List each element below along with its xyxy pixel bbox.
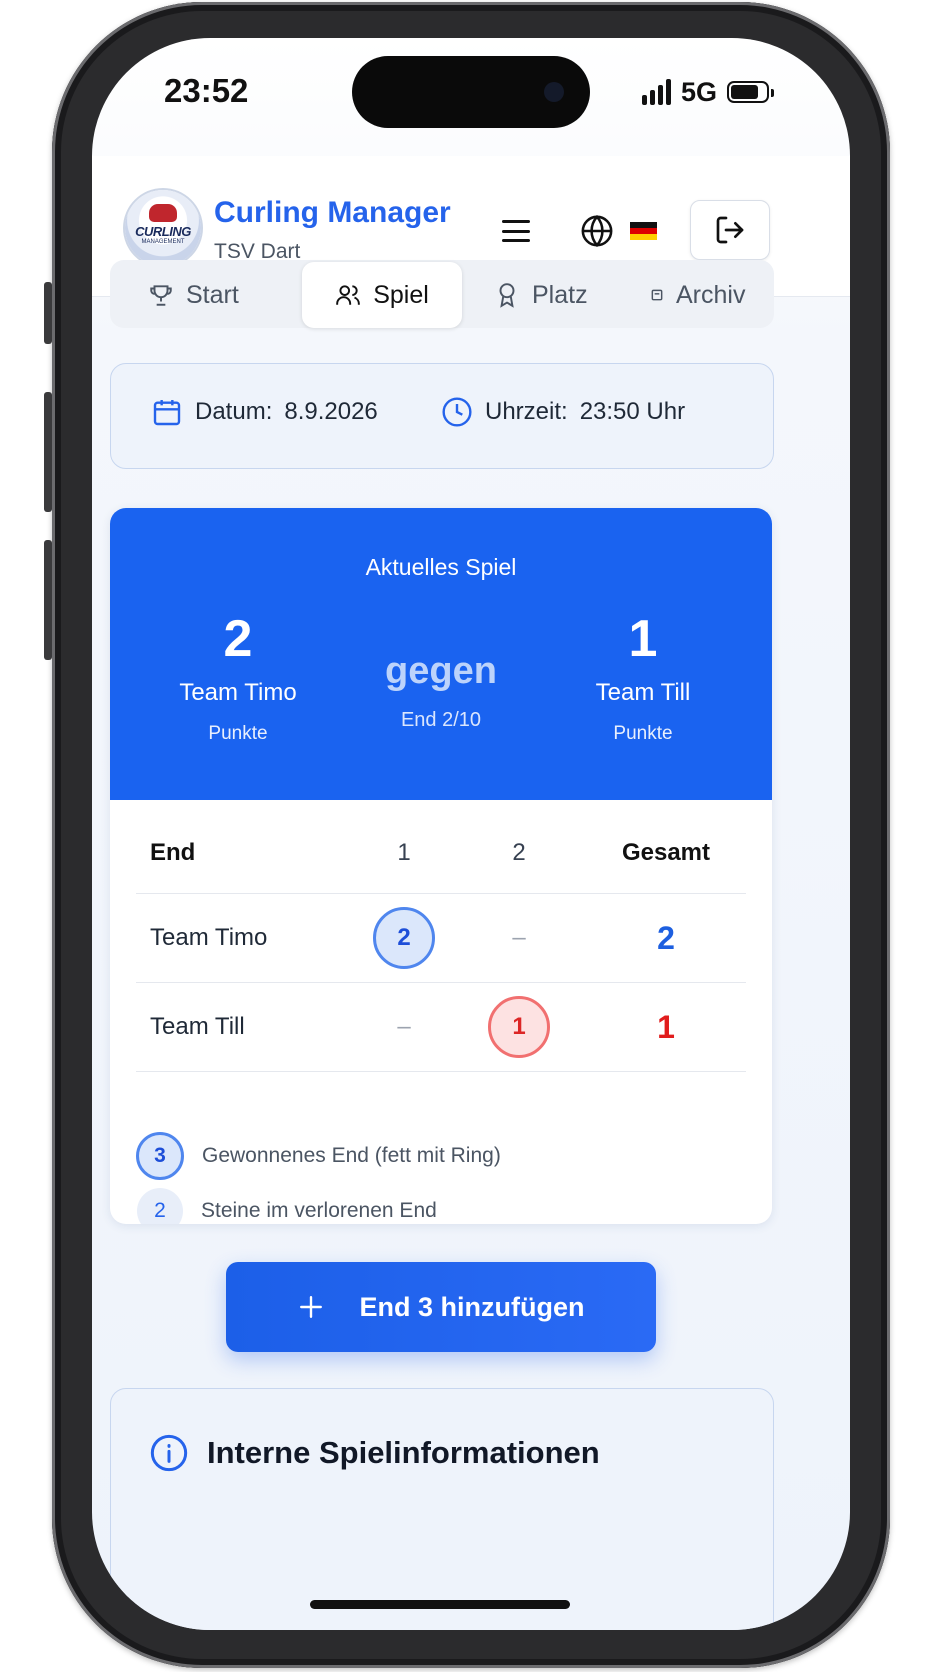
tab-start-label: Start	[186, 280, 239, 309]
app-title: Curling Manager	[214, 196, 451, 229]
archive-icon	[651, 289, 663, 301]
time-value: 23:50 Uhr	[579, 398, 686, 425]
add-end-label: End 3 hinzufügen	[359, 1291, 585, 1322]
legend-text-won: Gewonnenes End (fett mit Ring)	[202, 1144, 501, 1167]
table-header-row: End 1 2 Gesamt	[136, 813, 746, 894]
team-a-unit: Punkte	[208, 723, 268, 744]
legend-item-lost: 2 Steine im verlorenen End	[137, 1188, 437, 1224]
tab-bar: Start Spiel Platz Archiv	[110, 260, 774, 328]
won-end-score: 2	[373, 907, 435, 969]
team-b-unit: Punkte	[613, 723, 673, 744]
date-time-panel: Datum: 8.9.2026 Uhrzeit: 23:50 Uhr	[110, 363, 774, 469]
globe-icon[interactable]	[580, 214, 614, 248]
battery-icon	[727, 81, 775, 103]
header-total: Gesamt	[621, 839, 711, 866]
signal-icon	[642, 79, 671, 105]
end-2-cell[interactable]: 1	[469, 983, 569, 1071]
end-2-cell[interactable]: –	[469, 894, 569, 982]
team-a-score-block: 2 Team Timo Punkte	[138, 613, 338, 745]
team-a-score: 2	[223, 610, 253, 668]
team-b-name: Team Till	[595, 679, 691, 706]
team-b-score-block: 1 Team Till Punkte	[543, 613, 743, 745]
dynamic-island	[352, 56, 590, 128]
award-icon	[499, 283, 515, 308]
header-end-2: 2	[512, 839, 526, 866]
scoreboard: Aktuelles Spiel 2 Team Timo Punkte gegen…	[110, 508, 772, 800]
versus-block: gegen End 2/10	[341, 650, 541, 732]
end-1-cell[interactable]: –	[354, 983, 454, 1071]
ends-table: End 1 2 Gesamt Team Timo 2 – 2 Team Till…	[136, 813, 746, 1072]
row-team-name: Team Till	[150, 1013, 245, 1040]
time-label: Uhrzeit:	[485, 398, 568, 425]
network-type: 5G	[681, 76, 718, 107]
date-display: Datum: 8.9.2026	[151, 396, 378, 428]
header-end: End	[150, 839, 196, 866]
row-total: 2	[657, 919, 675, 956]
volume-down-button	[44, 540, 52, 660]
status-time: 23:52	[164, 72, 249, 109]
tab-platz-label: Platz	[532, 280, 588, 309]
tab-platz[interactable]: Platz	[494, 262, 588, 328]
screen: 23:52 5G CURLING MANAGEMENT Curling Mana…	[92, 38, 850, 1630]
menu-icon[interactable]	[502, 220, 530, 242]
time-display: Uhrzeit: 23:50 Uhr	[441, 396, 685, 428]
info-title: Interne Spielinformationen	[207, 1435, 600, 1470]
tab-start[interactable]: Start	[148, 262, 239, 328]
team-b-score: 1	[628, 610, 658, 668]
tab-spiel-label: Spiel	[373, 280, 429, 309]
tab-spiel[interactable]: Spiel	[302, 262, 462, 328]
club-logo: CURLING MANAGEMENT	[125, 190, 201, 266]
tab-archiv-label: Archiv	[676, 280, 746, 309]
calendar-icon	[153, 400, 181, 426]
info-icon	[150, 1434, 188, 1472]
table-row: Team Timo 2 – 2	[136, 894, 746, 983]
legend-text-lost: Steine im verlorenen End	[201, 1199, 437, 1222]
date-value: 8.9.2026	[284, 398, 378, 425]
status-indicators: 5G	[642, 76, 775, 108]
end-1-cell[interactable]: 2	[354, 894, 454, 982]
logout-button[interactable]	[690, 200, 770, 260]
action-button	[44, 282, 52, 344]
clock-icon	[442, 397, 472, 427]
table-row: Team Till – 1 1	[136, 983, 746, 1072]
trophy-icon	[150, 285, 172, 306]
german-flag-icon[interactable]	[630, 222, 657, 240]
header-end-1: 1	[397, 839, 411, 866]
add-end-button[interactable]: End 3 hinzufügen	[226, 1262, 656, 1352]
plus-icon	[299, 1296, 322, 1318]
tab-archiv[interactable]: Archiv	[650, 262, 745, 328]
legend-badge-lost: 2	[137, 1188, 183, 1224]
info-heading: Interne Spielinformationen	[149, 1433, 600, 1473]
legend-item-won: 3 Gewonnenes End (fett mit Ring)	[136, 1132, 501, 1180]
team-a-name: Team Timo	[179, 679, 297, 706]
date-label: Datum:	[195, 398, 273, 425]
internal-info-panel: Interne Spielinformationen	[110, 1388, 774, 1630]
home-indicator[interactable]	[310, 1600, 570, 1609]
row-total: 1	[657, 1008, 675, 1045]
legend-badge-won: 3	[136, 1132, 184, 1180]
row-team-name: Team Timo	[150, 924, 268, 951]
logout-icon	[716, 216, 744, 244]
versus-label: gegen	[385, 650, 497, 692]
won-end-score: 1	[488, 996, 550, 1058]
current-game-card: Aktuelles Spiel 2 Team Timo Punkte gegen…	[110, 508, 772, 1224]
game-title: Aktuelles Spiel	[365, 554, 517, 580]
volume-up-button	[44, 392, 52, 512]
users-icon	[336, 285, 361, 305]
end-progress: End 2/10	[400, 709, 482, 731]
